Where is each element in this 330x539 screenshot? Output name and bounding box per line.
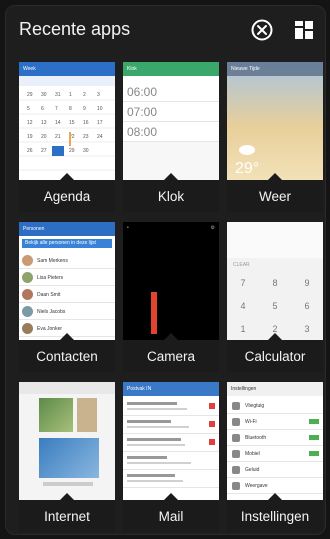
recent-app-klok[interactable]: Klok 06:00 07:00 08:00 Klok bbox=[123, 62, 219, 212]
svg-text:16: 16 bbox=[83, 120, 89, 126]
grid-view-icon[interactable] bbox=[292, 18, 316, 42]
app-label: Camera bbox=[123, 340, 219, 372]
svg-text:24: 24 bbox=[97, 134, 103, 140]
recent-apps-screen: Recente apps Week 29 30 31 1 2 3 5 6 7 8… bbox=[5, 5, 326, 535]
agenda-thumbnail: Week 29 30 31 1 2 3 5 6 7 8 9 10 12 13 14 15 16 17 19 20… bbox=[19, 62, 115, 180]
app-label: Weer bbox=[227, 180, 323, 212]
svg-text:31: 31 bbox=[55, 92, 61, 98]
svg-text:2: 2 bbox=[83, 92, 86, 98]
recent-app-calculator[interactable]: CLEAR 7 8 9 4 5 6 1 2 3 Calculator bbox=[227, 222, 323, 372]
svg-text:6: 6 bbox=[41, 106, 44, 112]
recent-app-camera[interactable]: • ⚙ Camera bbox=[123, 222, 219, 372]
app-label: Agenda bbox=[19, 180, 115, 212]
svg-text:20: 20 bbox=[41, 134, 47, 140]
svg-text:21: 21 bbox=[55, 134, 61, 140]
app-label: Klok bbox=[123, 180, 219, 212]
app-label: Calculator bbox=[227, 340, 323, 372]
recent-app-internet[interactable]: Internet bbox=[19, 382, 115, 532]
camera-thumbnail: • ⚙ bbox=[123, 222, 219, 340]
svg-text:26: 26 bbox=[27, 148, 33, 154]
app-label: Internet bbox=[19, 500, 115, 532]
svg-text:30: 30 bbox=[83, 148, 89, 154]
header: Recente apps bbox=[6, 6, 325, 52]
svg-text:8: 8 bbox=[69, 106, 72, 112]
svg-text:1: 1 bbox=[69, 92, 72, 98]
svg-text:13: 13 bbox=[41, 120, 47, 126]
svg-text:12: 12 bbox=[27, 120, 33, 126]
svg-text:3: 3 bbox=[97, 92, 100, 98]
app-label: Mail bbox=[123, 500, 219, 532]
svg-text:7: 7 bbox=[55, 106, 58, 112]
svg-text:10: 10 bbox=[97, 106, 103, 112]
svg-text:17: 17 bbox=[97, 120, 103, 126]
svg-text:23: 23 bbox=[83, 134, 89, 140]
svg-text:5: 5 bbox=[27, 106, 30, 112]
calculator-thumbnail: CLEAR 7 8 9 4 5 6 1 2 3 bbox=[227, 222, 323, 340]
svg-text:29: 29 bbox=[27, 92, 33, 98]
svg-text:14: 14 bbox=[55, 120, 61, 126]
page-title: Recente apps bbox=[19, 18, 131, 39]
recent-app-agenda[interactable]: Week 29 30 31 1 2 3 5 6 7 8 9 10 12 13 14 15 16 17 19 20… bbox=[19, 62, 115, 212]
svg-text:30: 30 bbox=[41, 92, 47, 98]
app-label: Instellingen bbox=[227, 500, 323, 532]
weer-thumbnail: Nieuwe Tijde 29° bbox=[227, 62, 323, 180]
recent-app-contacten[interactable]: Personen Bekijk alle personen in deze li… bbox=[19, 222, 115, 372]
svg-text:9: 9 bbox=[83, 106, 86, 112]
svg-text:19: 19 bbox=[27, 134, 33, 140]
close-all-icon[interactable] bbox=[250, 18, 274, 42]
contacten-thumbnail: Personen Bekijk alle personen in deze li… bbox=[19, 222, 115, 340]
svg-text:29: 29 bbox=[69, 148, 75, 154]
internet-thumbnail bbox=[19, 382, 115, 500]
mail-thumbnail: Postvak IN bbox=[123, 382, 219, 500]
svg-text:27: 27 bbox=[41, 148, 47, 154]
instellingen-thumbnail: Instellingen Vliegtuig Wi-Fi Bluetooth M… bbox=[227, 382, 323, 500]
recent-app-mail[interactable]: Postvak IN Mail bbox=[123, 382, 219, 532]
app-label: Contacten bbox=[19, 340, 115, 372]
klok-thumbnail: Klok 06:00 07:00 08:00 bbox=[123, 62, 219, 180]
recent-app-instellingen[interactable]: Instellingen Vliegtuig Wi-Fi Bluetooth M… bbox=[227, 382, 323, 532]
recent-app-weer[interactable]: Nieuwe Tijde 29° Weer bbox=[227, 62, 323, 212]
weather-cloud-icon bbox=[239, 145, 255, 155]
svg-text:15: 15 bbox=[69, 120, 75, 126]
